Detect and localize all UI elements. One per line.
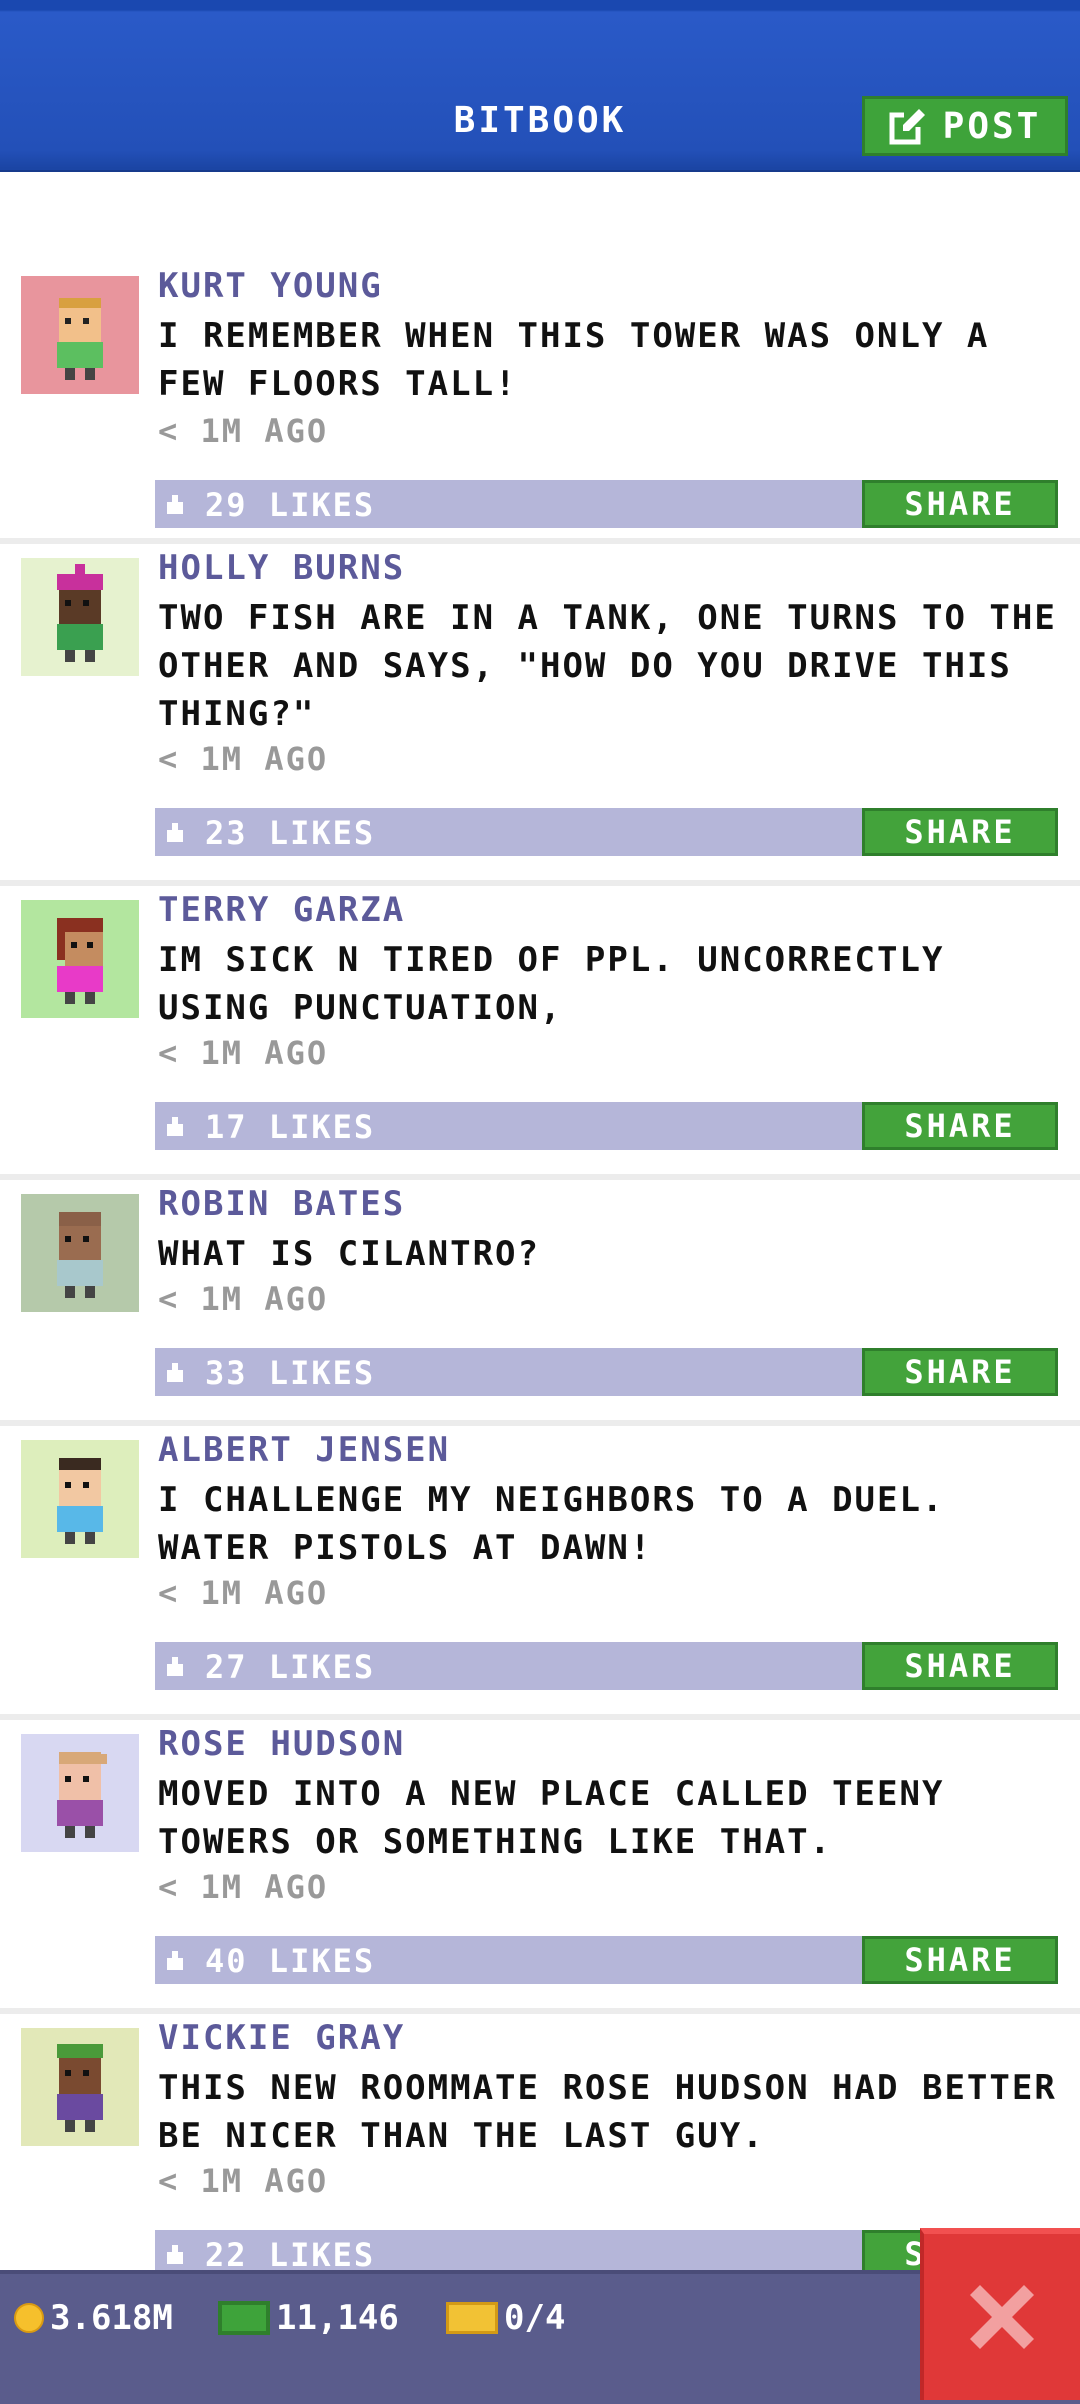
post-text: WHAT IS CILANTRO? — [158, 1234, 540, 1274]
character-avatar-icon — [21, 1194, 139, 1312]
likes-bar: 40 LIKES SHARE — [155, 1936, 1058, 1984]
likes-bar: 27 LIKES SHARE — [155, 1642, 1058, 1690]
post-time: < 1M AGO — [158, 1574, 329, 1612]
post-text: IM SICK N TIRED OF PPL. UNCORRECTLY USIN… — [158, 940, 945, 1028]
likes-count: 29 LIKES — [205, 486, 376, 524]
author-name[interactable]: VICKIE GRAY — [158, 2018, 405, 2058]
post-time: < 1M AGO — [158, 740, 329, 778]
author-name[interactable]: HOLLY BURNS — [158, 548, 405, 588]
avatar[interactable] — [21, 900, 139, 1018]
likes-count: 33 LIKES — [205, 1354, 376, 1392]
character-avatar-icon — [21, 558, 139, 676]
post-time: < 1M AGO — [158, 1868, 329, 1906]
cash-stat: 11,146 — [218, 2298, 399, 2338]
like-thumb-icon[interactable] — [163, 492, 187, 516]
share-button[interactable]: SHARE — [862, 1348, 1058, 1396]
author-name[interactable]: ROSE HUDSON — [158, 1724, 405, 1764]
close-button[interactable] — [920, 2228, 1080, 2400]
share-button[interactable]: SHARE — [862, 1936, 1058, 1984]
author-name[interactable]: ROBIN BATES — [158, 1184, 405, 1224]
feed-post: ROSE HUDSON MOVED INTO A NEW PLACE CALLE… — [0, 1720, 1080, 2014]
avatar[interactable] — [21, 276, 139, 394]
post-button[interactable]: POST — [862, 96, 1068, 156]
avatar[interactable] — [21, 2028, 139, 2146]
likes-bar: 17 LIKES SHARE — [155, 1102, 1058, 1150]
tickets-value: 0/4 — [504, 2298, 566, 2338]
character-avatar-icon — [21, 1734, 139, 1852]
post-text: MOVED INTO A NEW PLACE CALLED TEENY TOWE… — [158, 1774, 945, 1862]
feed-post: HOLLY BURNS TWO FISH ARE IN A TANK, ONE … — [0, 544, 1080, 886]
tickets-stat: 0/4 — [446, 2298, 565, 2338]
feed-post: KURT YOUNG I REMEMBER WHEN THIS TOWER WA… — [0, 262, 1080, 544]
like-thumb-icon[interactable] — [163, 1654, 187, 1678]
bottom-status-bar: 3.618M 11,146 0/4 — [0, 2270, 1080, 2404]
coins-stat: 3.618M — [14, 2298, 173, 2338]
likes-bar: 29 LIKES SHARE — [155, 480, 1058, 528]
post-time: < 1M AGO — [158, 2162, 329, 2200]
app-header: BITBOOK POST — [0, 0, 1080, 172]
like-thumb-icon[interactable] — [163, 1948, 187, 1972]
author-name[interactable]: KURT YOUNG — [158, 266, 383, 306]
like-thumb-icon[interactable] — [163, 1360, 187, 1384]
share-button[interactable]: SHARE — [862, 808, 1058, 856]
ticket-icon — [446, 2302, 498, 2334]
likes-bar: 23 LIKES SHARE — [155, 808, 1058, 856]
feed-post: ROBIN BATES WHAT IS CILANTRO? < 1M AGO 3… — [0, 1180, 1080, 1426]
feed-post: TERRY GARZA IM SICK N TIRED OF PPL. UNCO… — [0, 886, 1080, 1180]
likes-count: 23 LIKES — [205, 814, 376, 852]
post-time: < 1M AGO — [158, 1034, 329, 1072]
likes-count: 27 LIKES — [205, 1648, 376, 1686]
likes-count: 17 LIKES — [205, 1108, 376, 1146]
character-avatar-icon — [21, 2028, 139, 2146]
post-text: THIS NEW ROOMMATE ROSE HUDSON HAD BETTER… — [158, 2068, 1057, 2156]
author-name[interactable]: ALBERT JENSEN — [158, 1430, 450, 1470]
cash-value: 11,146 — [276, 2298, 399, 2338]
like-thumb-icon[interactable] — [163, 820, 187, 844]
avatar[interactable] — [21, 1734, 139, 1852]
close-icon — [970, 2285, 1034, 2349]
share-button[interactable]: SHARE — [862, 1642, 1058, 1690]
likes-count: 22 LIKES — [205, 2236, 376, 2274]
share-button[interactable]: SHARE — [862, 1102, 1058, 1150]
post-text: TWO FISH ARE IN A TANK, ONE TURNS TO THE… — [158, 598, 1057, 734]
feed-post: VICKIE GRAY THIS NEW ROOMMATE ROSE HUDSO… — [0, 2014, 1080, 2308]
feed-list: KURT YOUNG I REMEMBER WHEN THIS TOWER WA… — [0, 262, 1080, 2308]
compose-icon — [889, 109, 926, 145]
like-thumb-icon[interactable] — [163, 1114, 187, 1138]
avatar[interactable] — [21, 558, 139, 676]
likes-bar: 33 LIKES SHARE — [155, 1348, 1058, 1396]
character-avatar-icon — [21, 900, 139, 1018]
post-time: < 1M AGO — [158, 412, 329, 450]
share-button[interactable]: SHARE — [862, 480, 1058, 528]
post-text: I CHALLENGE MY NEIGHBORS TO A DUEL. WATE… — [158, 1480, 945, 1568]
like-thumb-icon[interactable] — [163, 2242, 187, 2266]
avatar[interactable] — [21, 1440, 139, 1558]
character-avatar-icon — [21, 276, 139, 394]
feed-post: ALBERT JENSEN I CHALLENGE MY NEIGHBORS T… — [0, 1426, 1080, 1720]
post-text: I REMEMBER WHEN THIS TOWER WAS ONLY A FE… — [158, 316, 990, 404]
coin-icon — [14, 2303, 44, 2333]
cash-icon — [218, 2301, 270, 2335]
likes-count: 40 LIKES — [205, 1942, 376, 1980]
post-button-label: POST — [942, 105, 1042, 147]
author-name[interactable]: TERRY GARZA — [158, 890, 405, 930]
avatar[interactable] — [21, 1194, 139, 1312]
character-avatar-icon — [21, 1440, 139, 1558]
post-time: < 1M AGO — [158, 1280, 329, 1318]
coins-value: 3.618M — [50, 2298, 173, 2338]
